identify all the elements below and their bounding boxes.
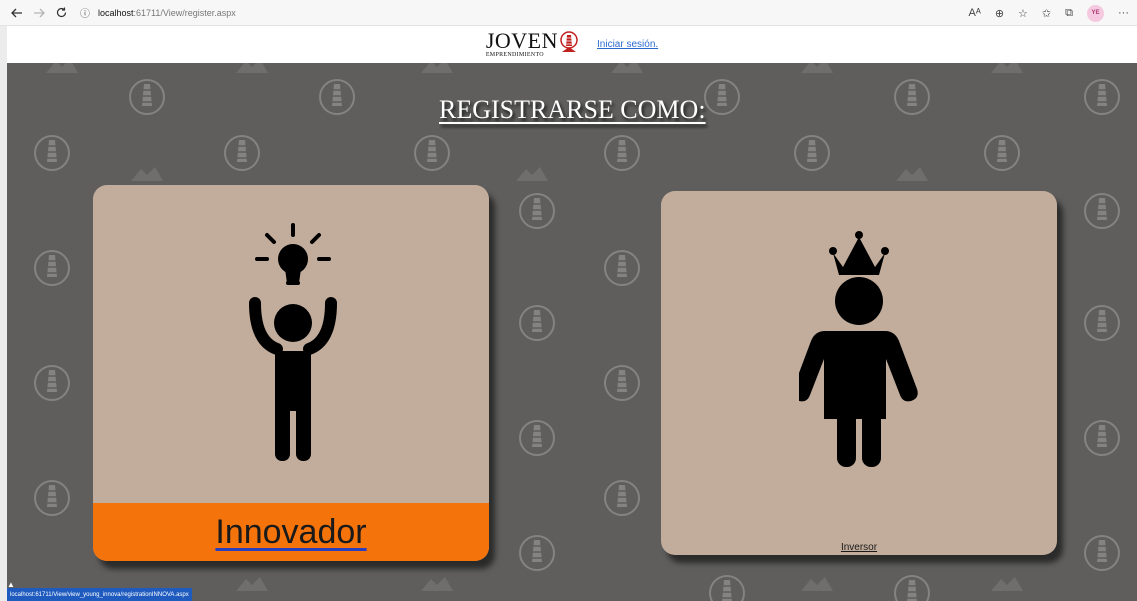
page-title: REGISTRARSE COMO:	[439, 95, 706, 124]
url-host: localhost	[98, 7, 134, 18]
forward-button[interactable]	[28, 2, 50, 24]
back-button[interactable]	[6, 2, 28, 24]
zoom-icon[interactable]: ⊕	[995, 7, 1004, 20]
innovador-card[interactable]: Innovador	[93, 185, 489, 561]
site-logo[interactable]: JOVEN EMPRENDIMIENTO	[485, 28, 579, 58]
more-menu-icon[interactable]: ···	[1118, 7, 1129, 19]
innovador-label-bar[interactable]: Innovador	[93, 503, 489, 561]
status-bar-url: localhost:61711/View/view_young_innova/r…	[7, 588, 192, 601]
main-content: REGISTRARSE COMO: Innovador Inversor	[7, 63, 1137, 601]
url-path: :61711/View/register.aspx	[133, 7, 236, 18]
lighthouse-logo-icon	[560, 30, 578, 52]
browser-toolbar: ⓘ localhost:61711/View/register.aspx Aᴬ …	[0, 0, 1137, 26]
refresh-icon	[56, 7, 66, 18]
scroll-up-icon[interactable]: ▲	[7, 580, 25, 589]
site-header: JOVEN EMPRENDIMIENTO Iniciar sesión.	[7, 26, 1137, 63]
logo-title: JOVEN	[485, 28, 559, 53]
info-icon[interactable]: ⓘ	[80, 5, 90, 20]
window-edge	[0, 26, 7, 601]
read-aloud-icon[interactable]: Aᴬ	[969, 7, 981, 19]
profile-avatar[interactable]: YE	[1087, 4, 1104, 22]
address-bar[interactable]: ⓘ localhost:61711/View/register.aspx	[80, 5, 236, 21]
logo-subtitle: EMPRENDIMIENTO	[485, 52, 544, 58]
refresh-button[interactable]	[50, 2, 72, 24]
investor-person-with-crown-icon	[799, 231, 918, 467]
arrow-left-icon	[11, 8, 22, 17]
favorites-icon[interactable]: ✩	[1042, 7, 1051, 20]
inversor-link[interactable]: Inversor	[661, 542, 1057, 553]
add-favorite-icon[interactable]: ☆	[1018, 7, 1028, 20]
arrow-right-icon	[34, 8, 45, 17]
inversor-card[interactable]: Inversor	[661, 191, 1057, 555]
browser-actions: Aᴬ ⊕ ☆ ✩ ⧉ YE ···	[969, 0, 1129, 26]
innovador-link[interactable]: Innovador	[215, 513, 366, 552]
login-link[interactable]: Iniciar sesión.	[597, 39, 658, 50]
collections-icon[interactable]: ⧉	[1065, 7, 1073, 20]
innovator-person-icon	[249, 223, 337, 461]
